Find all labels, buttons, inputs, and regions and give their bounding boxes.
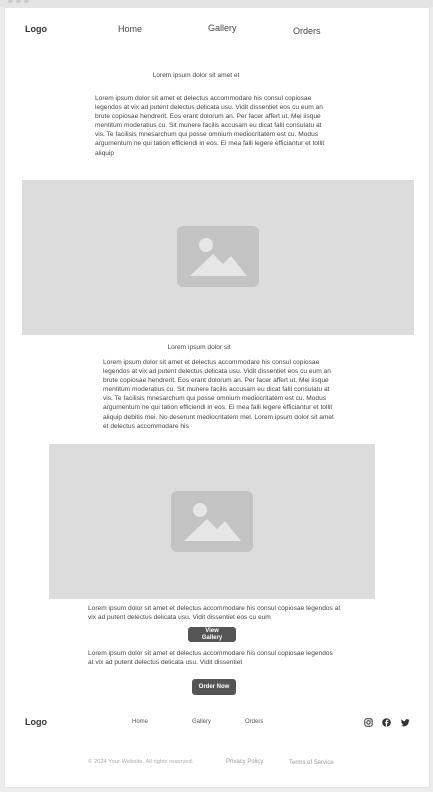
image-placeholder-icon bbox=[171, 491, 253, 552]
window-dot bbox=[24, 0, 29, 3]
page: Logo Home Gallery Orders Lorem ipsum dol… bbox=[4, 7, 430, 788]
footer-orders-link[interactable]: Orders bbox=[245, 719, 263, 725]
twitter-icon[interactable] bbox=[401, 718, 410, 727]
intro-title: Lorem ipsum dolor sit amet et bbox=[152, 72, 240, 79]
footer-logo[interactable]: Logo bbox=[25, 717, 47, 727]
gallery-caption: Lorem ipsum dolor sit amet et delectus a… bbox=[88, 605, 341, 621]
gallery-image-placeholder bbox=[49, 444, 375, 599]
nav-home-link[interactable]: Home bbox=[118, 24, 142, 34]
section-title: Lorem ipsum dolor sit bbox=[167, 344, 231, 351]
window-dot bbox=[8, 0, 13, 3]
window-top-bar bbox=[0, 0, 433, 7]
nav-orders-link[interactable]: Orders bbox=[293, 26, 321, 36]
copyright-text: © 2024 Your Website. All rights reserved… bbox=[88, 759, 194, 765]
header-logo[interactable]: Logo bbox=[25, 24, 47, 34]
privacy-policy-link[interactable]: Privacy Policy bbox=[226, 759, 263, 765]
nav-gallery-link[interactable]: Gallery bbox=[208, 23, 237, 33]
facebook-icon[interactable] bbox=[382, 718, 391, 727]
hero-image-placeholder bbox=[22, 180, 414, 335]
terms-of-service-link[interactable]: Terms of Service bbox=[289, 760, 334, 766]
section-paragraph: Lorem ipsum dolor sit amet et delectus a… bbox=[103, 359, 334, 430]
instagram-icon[interactable] bbox=[364, 718, 373, 727]
view-gallery-button[interactable]: View Gallery bbox=[188, 627, 236, 642]
footer-home-link[interactable]: Home bbox=[132, 719, 148, 725]
footer-gallery-link[interactable]: Gallery bbox=[192, 719, 211, 725]
order-now-button[interactable]: Order Now bbox=[192, 679, 236, 695]
intro-paragraph: Lorem ipsum dolor sit amet et delectus a… bbox=[95, 95, 325, 157]
window-dot bbox=[16, 0, 21, 3]
image-placeholder-icon bbox=[177, 226, 259, 287]
order-caption: Lorem ipsum dolor sit amet et delectus a… bbox=[88, 650, 333, 666]
